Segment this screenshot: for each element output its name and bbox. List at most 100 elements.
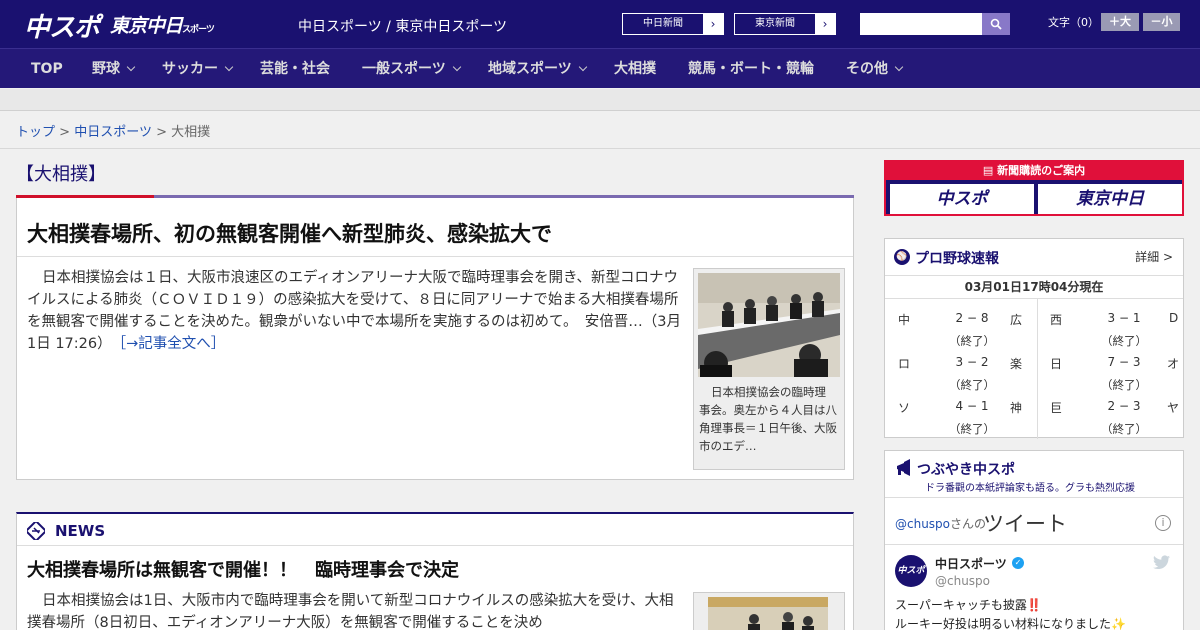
game-status: （終了） (949, 378, 995, 392)
font-larger-button[interactable]: ＋大 (1101, 13, 1139, 31)
nav-item-soccer[interactable]: サッカー (162, 49, 234, 89)
news-figure[interactable] (693, 592, 845, 630)
nav-item-other[interactable]: その他 (846, 49, 904, 89)
search-input[interactable] (860, 13, 982, 35)
article-headline[interactable]: 大相撲春場所、初の無観客開催へ新型肺炎、感染拡大で (27, 218, 552, 248)
nav-label: その他 (846, 61, 888, 77)
score-row[interactable]: 中 2 − 8 （終了） 広 (898, 311, 1028, 351)
verified-icon: ✓ (1012, 557, 1024, 569)
chuspo-logo[interactable]: 中スポ (24, 7, 100, 44)
team-home: 西 (1050, 313, 1063, 327)
game-status: （終了） (1101, 334, 1147, 348)
news-summary: 日本相撲協会は1日、大阪市内で臨時理事会を開いて新型コロナウイルスの感染拡大を受… (27, 593, 674, 630)
chunichi-shimbun-button[interactable]: 中日新聞 › (622, 13, 724, 35)
nav-item-general-sports[interactable]: 一般スポーツ (362, 49, 461, 89)
baseball-title: プロ野球速報 (915, 251, 999, 267)
nav-label: 大相撲 (614, 61, 656, 77)
subscription-heading-text: 新聞購読のご案内 (997, 164, 1086, 177)
chevron-down-icon (894, 62, 904, 72)
baseball-scores-widget: ⚾ プロ野球速報 詳細 > 03月01日17時04分現在 中 2 − 8 （終了） 広… (884, 238, 1184, 439)
breadcrumb-current: 大相撲 (171, 125, 211, 140)
nav-item-top[interactable]: TOP (31, 49, 63, 89)
team-home: ソ (898, 401, 911, 415)
team-away: D (1169, 311, 1179, 325)
team-home: 巨 (1050, 401, 1063, 415)
nav-item-baseball[interactable]: 野球 (92, 49, 136, 89)
score-value: 2 − 3 (1107, 399, 1141, 413)
twitter-widget: つぶやき中スポ ドラ番觀の本紙評論家も語る。グラも熱烈応援 @chuspoさんの… (884, 450, 1184, 630)
nav-label: 一般スポーツ (362, 61, 446, 77)
team-away: 楽 (1010, 357, 1023, 371)
game-status: （終了） (1101, 422, 1147, 436)
score-row[interactable]: 日 7 − 3 （終了） オ (1050, 355, 1180, 395)
nav-label: 競馬・ボート・競輪 (688, 61, 814, 77)
site-title: 中日スポーツ / 東京中日スポーツ (298, 19, 508, 35)
divider (17, 256, 853, 257)
avatar[interactable]: 中スポ (895, 555, 927, 587)
twitter-handle[interactable]: @chuspoさんの (895, 515, 986, 532)
tweets-label: ツイート (983, 512, 1067, 536)
nav-item-racing[interactable]: 競馬・ボート・競輪 (688, 49, 814, 89)
team-away: 神 (1010, 401, 1023, 415)
divider (885, 497, 1183, 498)
game-status: （終了） (949, 334, 995, 348)
search-button[interactable] (982, 13, 1010, 35)
font-smaller-button[interactable]: －小 (1143, 13, 1180, 31)
chevron-right-icon: › (703, 14, 723, 34)
nav-label: 地域スポーツ (488, 61, 572, 77)
baseball-update-time: 03月01日17時04分現在 (885, 275, 1183, 299)
subscribe-tokyo-link[interactable]: 東京中日 (1038, 184, 1182, 214)
info-icon[interactable]: i (1155, 515, 1171, 531)
read-more-link[interactable]: ［→記事全文へ］ (119, 336, 225, 352)
twitter-handle-text: @chuspo (895, 517, 951, 531)
page-title: 【大相撲】 (16, 164, 106, 185)
news-headline[interactable]: 大相撲春場所は無観客で開催！！ 臨時理事会で決定 (27, 556, 459, 582)
nav-item-local-sports[interactable]: 地域スポーツ (488, 49, 587, 89)
nav-label: 芸能・社会 (260, 61, 330, 77)
team-home: 中 (898, 313, 911, 327)
tweet-author-id[interactable]: @chuspo (935, 574, 990, 588)
article-figure[interactable]: 日本相撲協会の臨時理事会。奥左から４人目は八角理事長＝１日午後、大阪市のエデ… (693, 268, 845, 470)
score-row[interactable]: 西 3 − 1 （終了） D (1050, 311, 1180, 351)
article-summary: 日本相撲協会は１日、大阪市浪速区のエディオンアリーナ大阪で臨時理事会を開き、新型… (27, 267, 685, 355)
subscribe-chuspo-link[interactable]: 中スポ (890, 184, 1034, 214)
breadcrumb-separator: > (59, 125, 71, 140)
team-away: ヤ (1167, 401, 1180, 415)
breadcrumb-home-link[interactable]: トップ (16, 125, 55, 140)
baseball-detail-link[interactable]: 詳細 > (1135, 248, 1173, 265)
subscription-banner[interactable]: ▤ 新聞購読のご案内 中スポ 東京中日 (884, 160, 1184, 216)
nav-item-entertainment[interactable]: 芸能・社会 (260, 49, 330, 89)
score-row[interactable]: 巨 2 − 3 （終了） ヤ (1050, 399, 1180, 439)
chevron-down-icon (126, 62, 136, 72)
divider (885, 544, 1183, 545)
divider (17, 545, 853, 546)
divider (1037, 299, 1038, 439)
tokyo-chunichi-logo[interactable]: 東京中日スポーツ (110, 11, 215, 38)
photo-caption: 日本相撲協会の臨時理事会。奥左から４人目は八角理事長＝１日午後、大阪市のエデ… (699, 385, 837, 453)
tokyo-logo-text: 東京中日 (110, 15, 183, 37)
baseball-icon: ⚾ (894, 249, 910, 265)
nav-label: 野球 (92, 61, 120, 77)
newspaper-icon: ▤ (982, 164, 998, 177)
header-band (0, 89, 1200, 111)
tokyo-shimbun-button[interactable]: 東京新聞 › (734, 13, 836, 35)
site-header: 中スポ 東京中日スポーツ 中日スポーツ / 東京中日スポーツ 中日新聞 › 東京新… (0, 0, 1200, 48)
tweet-author-name[interactable]: 中日スポーツ (935, 555, 1007, 572)
breadcrumb: トップ > 中日スポーツ > 大相撲 (16, 121, 210, 140)
score-row[interactable]: ソ 4 − 1 （終了） 神 (898, 399, 1028, 439)
score-value: 3 − 1 (1107, 311, 1141, 325)
divider (0, 148, 1200, 149)
twitter-widget-subtitle: ドラ番觀の本紙評論家も語る。グラも熱烈応援 (925, 483, 1135, 494)
chevron-down-icon (578, 62, 587, 72)
tokyo-shimbun-label: 東京新聞 (755, 18, 795, 29)
nav-label: TOP (31, 61, 63, 77)
twitter-bird-icon[interactable] (1153, 555, 1171, 571)
breadcrumb-section-link[interactable]: 中日スポーツ (74, 125, 152, 140)
nav-item-sumo[interactable]: 大相撲 (614, 49, 656, 89)
megaphone-icon (897, 459, 910, 476)
score-row[interactable]: ロ 3 − 2 （終了） 楽 (898, 355, 1028, 395)
subscription-heading: ▤ 新聞購読のご案内 (886, 162, 1182, 180)
team-home: 日 (1050, 357, 1063, 371)
score-value: 3 − 2 (955, 355, 989, 369)
chevron-down-icon (224, 62, 234, 72)
